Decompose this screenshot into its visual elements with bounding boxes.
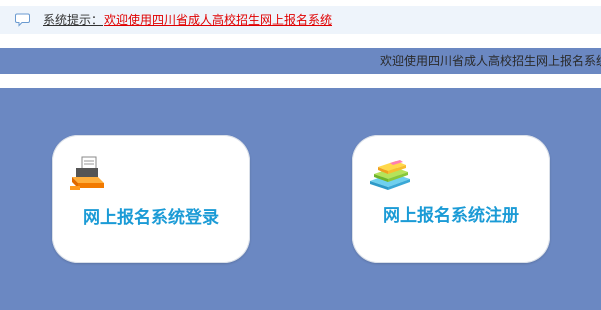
main-panel: 网上报名系统登录 网上报名系统注册 [0, 88, 601, 310]
banner-text: 欢迎使用四川省成人高校招生网上报名系统 [380, 54, 601, 68]
notice-message-link[interactable]: 欢迎使用四川省成人高校招生网上报名系统 [104, 13, 332, 27]
login-card-title: 网上报名系统登录 [83, 208, 219, 228]
speech-bubble-icon [15, 12, 31, 28]
register-card-title: 网上报名系统注册 [383, 206, 519, 226]
login-card-button[interactable]: 网上报名系统登录 [52, 135, 250, 263]
register-card-button[interactable]: 网上报名系统注册 [352, 135, 550, 263]
scrolling-banner: 欢迎使用四川省成人高校招生网上报名系统 [0, 48, 601, 74]
books-icon [368, 155, 412, 195]
printer-icon [66, 155, 110, 195]
notice-label: 系统提示： [43, 13, 104, 27]
system-notice-bar: 系统提示： 欢迎使用四川省成人高校招生网上报名系统 [0, 6, 601, 34]
page: 系统提示： 欢迎使用四川省成人高校招生网上报名系统 欢迎使用四川省成人高校招生网… [0, 0, 601, 310]
